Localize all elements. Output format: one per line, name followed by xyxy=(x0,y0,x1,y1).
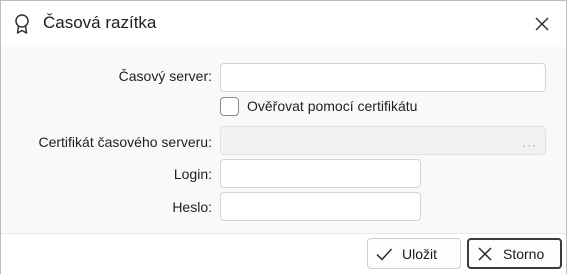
timestamp-dialog: Časová razítka Časový server: Ověřovat p… xyxy=(0,0,567,274)
award-ribbon-icon xyxy=(13,13,31,35)
password-label: Heslo: xyxy=(172,199,212,215)
x-icon xyxy=(478,246,492,261)
server-certificate-input xyxy=(220,126,546,155)
save-button[interactable]: Uložit xyxy=(367,238,461,269)
button-bar: Uložit Storno xyxy=(1,233,566,274)
ellipsis-icon: ··· xyxy=(522,138,537,152)
dialog-title: Časová razítka xyxy=(43,13,157,32)
server-certificate-label: Certifikát časového serveru: xyxy=(38,134,212,150)
cancel-label: Storno xyxy=(503,245,545,262)
title-bar: Časová razítka xyxy=(1,1,566,47)
close-icon xyxy=(535,17,549,31)
checkmark-icon xyxy=(376,247,393,261)
close-button[interactable] xyxy=(529,11,555,37)
form-area: Časový server: Ověřovat pomocí certifiká… xyxy=(1,47,566,233)
login-label: Login: xyxy=(173,166,212,182)
login-input[interactable] xyxy=(220,159,421,188)
time-server-label: Časový server: xyxy=(118,68,212,84)
save-label: Uložit xyxy=(402,245,438,262)
verify-certificate-checkbox[interactable] xyxy=(220,97,239,116)
time-server-input[interactable] xyxy=(220,63,546,92)
password-input[interactable] xyxy=(220,192,421,221)
cancel-button[interactable]: Storno xyxy=(467,238,562,269)
verify-certificate-label[interactable]: Ověřovat pomocí certifikátu xyxy=(247,98,417,114)
